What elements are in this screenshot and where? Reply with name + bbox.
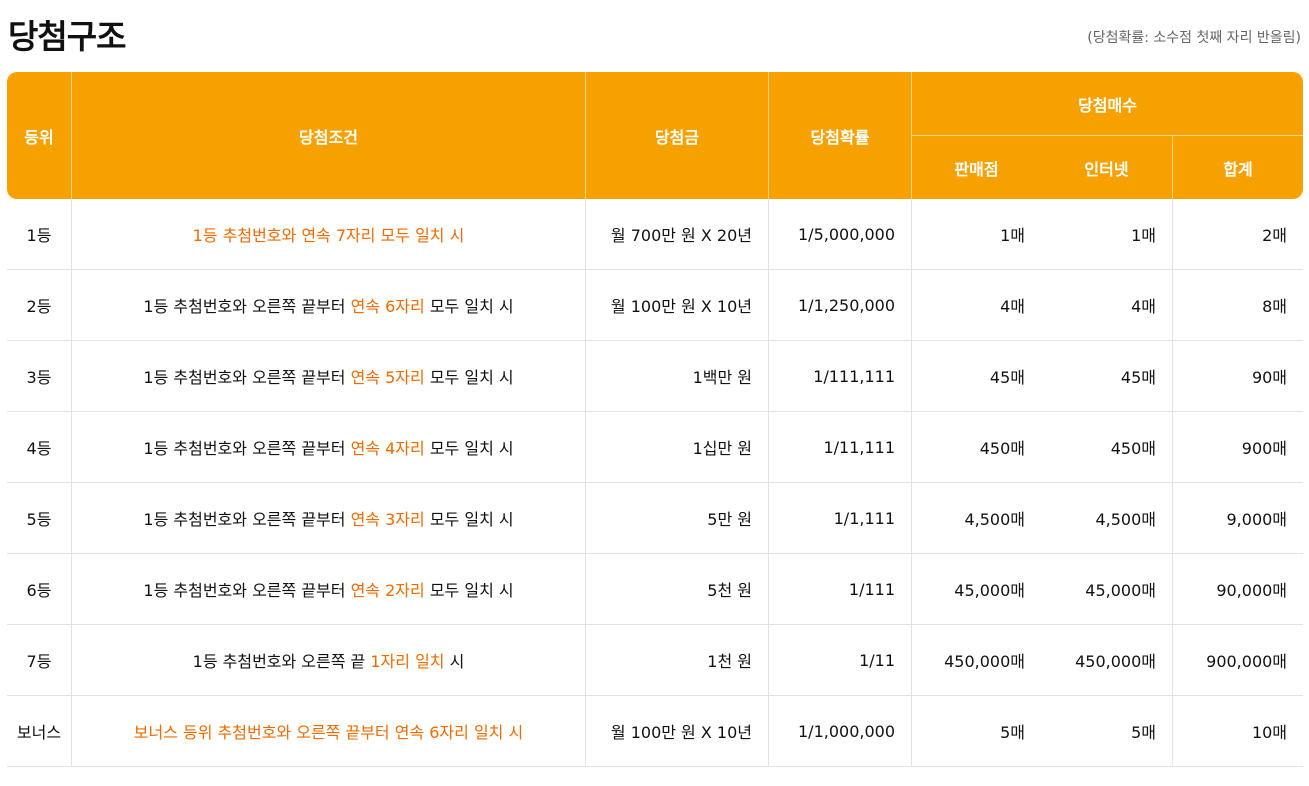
store-count-cell: 450,000매 — [911, 625, 1041, 696]
store-count-cell: 4,500매 — [911, 483, 1041, 554]
table-row: 6등 1등 추첨번호와 오른쪽 끝부터 연속 2자리 모두 일치 시 5천 원 1/1… — [7, 554, 1304, 625]
condition-text: 1등 추첨번호와 오른쪽 끝부터 — [143, 510, 351, 529]
internet-count-cell: 45,000매 — [1041, 554, 1172, 625]
table-row: 1등 1등 추첨번호와 연속 7자리 모두 일치 시월 700만 원 X 20년 1… — [7, 199, 1304, 270]
prize-cell: 1천 원 — [585, 625, 768, 696]
condition-highlight: 1자리 일치 — [370, 652, 445, 671]
internet-count-cell: 5매 — [1041, 696, 1172, 767]
probability-cell: 1/111 — [768, 554, 911, 625]
rank-cell: 보너스 — [7, 696, 71, 767]
total-count-cell: 900,000매 — [1172, 625, 1304, 696]
probability-cell: 1/1,000,000 — [768, 696, 911, 767]
prize-cell: 5만 원 — [585, 483, 768, 554]
total-count-cell: 9,000매 — [1172, 483, 1304, 554]
table-row: 3등 1등 추첨번호와 오른쪽 끝부터 연속 5자리 모두 일치 시 1백만 원 1/… — [7, 341, 1304, 412]
header-store: 판매점 — [911, 136, 1041, 199]
condition-text: 모두 일치 시 — [424, 368, 514, 387]
table-body: 1등 1등 추첨번호와 연속 7자리 모두 일치 시월 700만 원 X 20년 1… — [7, 199, 1304, 767]
rank-cell: 7등 — [7, 625, 71, 696]
total-count-cell: 10매 — [1172, 696, 1304, 767]
condition-highlight: 연속 3자리 — [350, 510, 425, 529]
table-header: 등위 당첨조건 당첨금 당첨확률 당첨매수 판매점 인터넷 합계 — [7, 72, 1304, 199]
header-rank: 등위 — [7, 72, 71, 199]
probability-note: (당첨확률: 소수점 첫째 자리 반올림) — [1087, 30, 1301, 46]
prize-cell: 월 700만 원 X 20년 — [585, 199, 768, 270]
probability-cell: 1/11,111 — [768, 412, 911, 483]
prize-cell: 5천 원 — [585, 554, 768, 625]
header-prize: 당첨금 — [585, 72, 768, 199]
condition-text: 1등 추첨번호와 오른쪽 끝부터 — [143, 368, 351, 387]
table-row: 4등 1등 추첨번호와 오른쪽 끝부터 연속 4자리 모두 일치 시 1십만 원 1/… — [7, 412, 1304, 483]
prize-cell: 월 100만 원 X 10년 — [585, 270, 768, 341]
prize-cell: 1십만 원 — [585, 412, 768, 483]
condition-text: 모두 일치 시 — [424, 510, 514, 529]
condition-cell: 1등 추첨번호와 연속 7자리 모두 일치 시 — [71, 199, 585, 270]
condition-cell: 1등 추첨번호와 오른쪽 끝부터 연속 2자리 모두 일치 시 — [71, 554, 585, 625]
rank-cell: 5등 — [7, 483, 71, 554]
condition-text: 모두 일치 시 — [424, 581, 514, 600]
prize-cell: 1백만 원 — [585, 341, 768, 412]
total-count-cell: 90매 — [1172, 341, 1304, 412]
probability-cell: 1/5,000,000 — [768, 199, 911, 270]
rank-cell: 3등 — [7, 341, 71, 412]
header-internet: 인터넷 — [1041, 136, 1172, 199]
prize-structure-table-wrapper: 등위 당첨조건 당첨금 당첨확률 당첨매수 판매점 인터넷 합계 1등 1등 추첨… — [7, 72, 1304, 767]
rank-cell: 1등 — [7, 199, 71, 270]
internet-count-cell: 450매 — [1041, 412, 1172, 483]
store-count-cell: 45,000매 — [911, 554, 1041, 625]
condition-highlight: 연속 4자리 — [350, 439, 425, 458]
page-title: 당첨구조 — [8, 17, 126, 56]
total-count-cell: 90,000매 — [1172, 554, 1304, 625]
header-probability: 당첨확률 — [768, 72, 911, 199]
condition-cell: 1등 추첨번호와 오른쪽 끝부터 연속 3자리 모두 일치 시 — [71, 483, 585, 554]
table-row: 5등 1등 추첨번호와 오른쪽 끝부터 연속 3자리 모두 일치 시 5만 원 1/1… — [7, 483, 1304, 554]
prize-cell: 월 100만 원 X 10년 — [585, 696, 768, 767]
condition-highlight: 연속 5자리 — [350, 368, 425, 387]
store-count-cell: 5매 — [911, 696, 1041, 767]
condition-text: 모두 일치 시 — [424, 439, 514, 458]
header-condition: 당첨조건 — [71, 72, 585, 199]
rank-cell: 6등 — [7, 554, 71, 625]
store-count-cell: 45매 — [911, 341, 1041, 412]
internet-count-cell: 450,000매 — [1041, 625, 1172, 696]
condition-cell: 1등 추첨번호와 오른쪽 끝부터 연속 4자리 모두 일치 시 — [71, 412, 585, 483]
table-row: 7등 1등 추첨번호와 오른쪽 끝 1자리 일치 시 1천 원 1/11 450,000… — [7, 625, 1304, 696]
rank-cell: 2등 — [7, 270, 71, 341]
internet-count-cell: 4매 — [1041, 270, 1172, 341]
condition-cell: 1등 추첨번호와 오른쪽 끝부터 연속 6자리 모두 일치 시 — [71, 270, 585, 341]
probability-cell: 1/1,111 — [768, 483, 911, 554]
prize-structure-table: 등위 당첨조건 당첨금 당첨확률 당첨매수 판매점 인터넷 합계 1등 1등 추첨… — [7, 72, 1304, 767]
condition-text: 1등 추첨번호와 오른쪽 끝부터 — [143, 297, 351, 316]
condition-highlight: 연속 6자리 — [350, 297, 425, 316]
condition-cell: 1등 추첨번호와 오른쪽 끝 1자리 일치 시 — [71, 625, 585, 696]
store-count-cell: 450매 — [911, 412, 1041, 483]
probability-cell: 1/11 — [768, 625, 911, 696]
condition-cell: 보너스 등위 추첨번호와 오른쪽 끝부터 연속 6자리 일치 시 — [71, 696, 585, 767]
condition-cell: 1등 추첨번호와 오른쪽 끝부터 연속 5자리 모두 일치 시 — [71, 341, 585, 412]
total-count-cell: 2매 — [1172, 199, 1304, 270]
probability-cell: 1/1,250,000 — [768, 270, 911, 341]
internet-count-cell: 45매 — [1041, 341, 1172, 412]
rank-cell: 4등 — [7, 412, 71, 483]
table-row: 2등 1등 추첨번호와 오른쪽 끝부터 연속 6자리 모두 일치 시월 100만 … — [7, 270, 1304, 341]
header-total: 합계 — [1172, 136, 1304, 199]
condition-highlight: 1등 추첨번호와 연속 7자리 모두 일치 시 — [192, 226, 465, 245]
condition-text: 1등 추첨번호와 오른쪽 끝 — [192, 652, 371, 671]
condition-text: 시 — [444, 652, 465, 671]
condition-highlight: 보너스 등위 추첨번호와 오른쪽 끝부터 연속 6자리 일치 시 — [133, 723, 524, 742]
internet-count-cell: 4,500매 — [1041, 483, 1172, 554]
condition-text: 모두 일치 시 — [424, 297, 514, 316]
internet-count-cell: 1매 — [1041, 199, 1172, 270]
total-count-cell: 900매 — [1172, 412, 1304, 483]
condition-text: 1등 추첨번호와 오른쪽 끝부터 — [143, 439, 351, 458]
header-count-group: 당첨매수 — [911, 72, 1304, 136]
total-count-cell: 8매 — [1172, 270, 1304, 341]
probability-cell: 1/111,111 — [768, 341, 911, 412]
store-count-cell: 1매 — [911, 199, 1041, 270]
table-row: 보너스 보너스 등위 추첨번호와 오른쪽 끝부터 연속 6자리 일치 시 월 100… — [7, 696, 1304, 767]
store-count-cell: 4매 — [911, 270, 1041, 341]
condition-highlight: 연속 2자리 — [350, 581, 425, 600]
condition-text: 1등 추첨번호와 오른쪽 끝부터 — [143, 581, 351, 600]
